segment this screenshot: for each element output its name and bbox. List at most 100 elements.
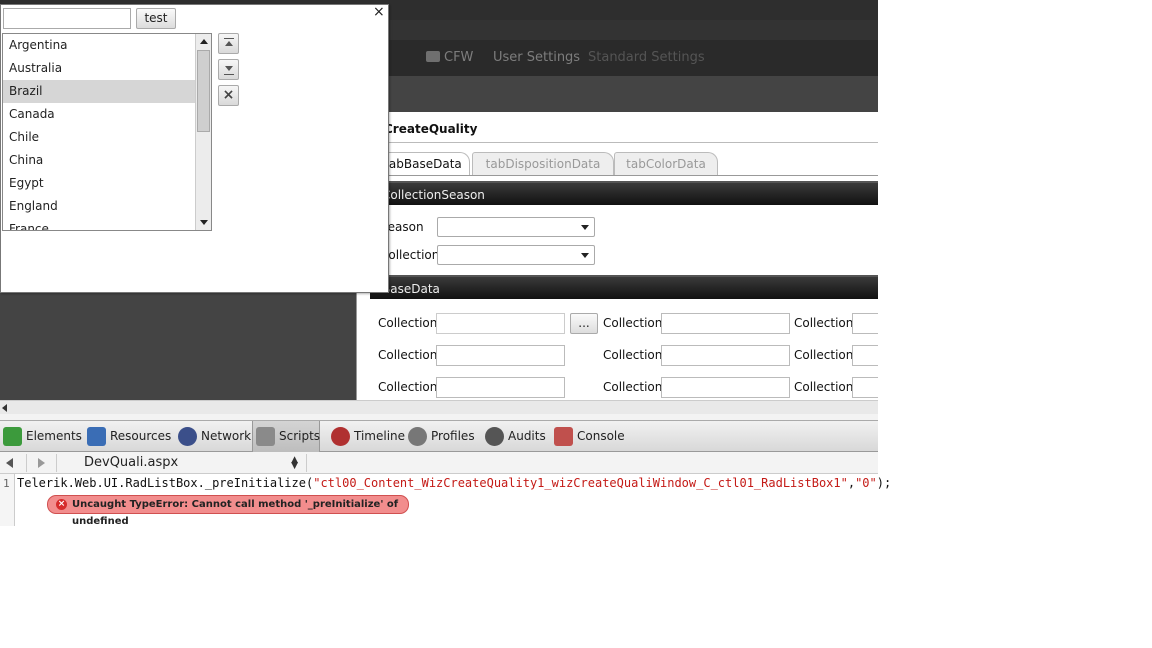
code-string-arg2: "0" <box>855 476 877 490</box>
grid-label-r3c3: Collection <box>794 380 854 394</box>
grid-input-r1c2[interactable] <box>661 313 790 334</box>
section-collection-season: CollectionSeason <box>370 181 878 205</box>
list-item[interactable]: England <box>3 195 195 218</box>
devtools-tab-label: Network <box>201 429 252 443</box>
code-comma: , <box>847 476 856 490</box>
elements-icon <box>3 427 22 446</box>
list-item[interactable]: Egypt <box>3 172 195 195</box>
error-icon: × <box>56 499 67 510</box>
updown-icon: ▲ ▼ <box>291 455 298 471</box>
ellipsis-button[interactable]: ... <box>570 313 598 334</box>
scroll-thumb[interactable] <box>197 50 210 132</box>
tab-base-data[interactable]: tabBaseData <box>376 152 470 175</box>
list-item[interactable]: China <box>3 149 195 172</box>
grid-input-r1c1[interactable] <box>436 313 565 334</box>
tab-color-data[interactable]: tabColorData <box>614 152 718 175</box>
test-button[interactable]: test <box>136 8 176 29</box>
devtools-toolbar: Elements Resources Network Scripts Timel… <box>0 420 878 452</box>
devtools-tab-label: Profiles <box>431 429 475 443</box>
tab-disposition-data[interactable]: tabDispositionData <box>472 152 614 175</box>
code-string-arg1: "ctl00_Content_WizCreateQuality1_wizCrea… <box>313 476 848 490</box>
nav-separator <box>56 454 57 472</box>
nav-cfw-label: CFW <box>444 50 474 65</box>
timeline-icon <box>331 427 350 446</box>
chevron-down-icon <box>581 253 589 258</box>
audits-icon <box>485 427 504 446</box>
error-bubble: × Uncaught TypeError: Cannot call method… <box>47 495 409 527</box>
move-to-bottom-button[interactable] <box>218 59 239 80</box>
devtools-tab-resources[interactable]: Resources <box>84 421 171 452</box>
devtools-tab-elements[interactable]: Elements <box>0 421 82 452</box>
bar-icon <box>224 74 234 75</box>
console-icon <box>554 427 573 446</box>
grid-input-r2c2[interactable] <box>661 345 790 366</box>
scroll-down-icon[interactable] <box>200 220 208 225</box>
line-number: 1 <box>3 477 10 490</box>
nav-user-settings[interactable]: User Settings <box>493 50 580 65</box>
devtools-tab-scripts[interactable]: Scripts <box>252 421 320 452</box>
bar-icon <box>224 38 234 39</box>
forward-arrow-icon[interactable] <box>38 458 45 468</box>
devtools-tab-label: Timeline <box>354 429 406 443</box>
devtools-tab-label: Scripts <box>279 429 321 443</box>
arrow-left-icon[interactable] <box>2 404 7 412</box>
profiles-icon <box>408 427 427 446</box>
listbox-scrollbar[interactable] <box>195 34 211 230</box>
devtools-tab-profiles[interactable]: Profiles <box>405 421 475 452</box>
back-arrow-icon[interactable] <box>6 458 13 468</box>
list-item[interactable]: France <box>3 218 195 230</box>
collection-select[interactable] <box>437 245 595 265</box>
grid-input-r3c1[interactable] <box>436 377 565 398</box>
devtools-tab-timeline[interactable]: Timeline <box>328 421 405 452</box>
devtools-tab-label: Audits <box>508 429 546 443</box>
nav-standard-settings[interactable]: Standard Settings <box>588 50 705 65</box>
country-listbox[interactable]: Argentina Australia Brazil Canada Chile … <box>2 33 212 231</box>
scripts-icon <box>256 427 275 446</box>
scroll-up-icon[interactable] <box>200 39 208 44</box>
devtools-script-nav: DevQuali.aspx ▲ ▼ <box>0 452 878 474</box>
section-base-data: BaseData <box>370 275 878 299</box>
grid-input-r3c2[interactable] <box>661 377 790 398</box>
horizontal-scrollbar[interactable] <box>0 400 878 415</box>
script-file-select[interactable]: DevQuali.aspx ▲ ▼ <box>84 455 304 471</box>
grid-label-r1c2: Collection <box>603 316 663 330</box>
chat-icon <box>426 51 440 62</box>
grid-label-r2c2: Collection <box>603 348 663 362</box>
triangle-up-icon <box>225 41 233 46</box>
grid-label-r1c1: Collection <box>378 316 438 330</box>
list-item[interactable]: Canada <box>3 103 195 126</box>
close-icon: × <box>222 87 235 103</box>
devtools-tab-network[interactable]: Network <box>175 421 251 452</box>
code-line[interactable]: Telerik.Web.UI.RadListBox._preInitialize… <box>17 476 891 490</box>
list-item[interactable]: Australia <box>3 57 195 80</box>
code-suffix: ); <box>876 476 892 490</box>
page-margin <box>878 0 1152 648</box>
grid-label-r3c1: Collection <box>378 380 438 394</box>
delete-button[interactable]: × <box>218 85 239 106</box>
grid-input-r2c1[interactable] <box>436 345 565 366</box>
grid-label-r1c3: Collection <box>794 316 854 330</box>
tab-underline <box>370 175 878 176</box>
move-to-top-button[interactable] <box>218 33 239 54</box>
devtools-tab-label: Elements <box>26 429 82 443</box>
grid-label-r2c3: Collection <box>794 348 854 362</box>
season-select[interactable] <box>437 217 595 237</box>
nav-separator <box>26 454 27 472</box>
network-icon <box>178 427 197 446</box>
filter-input[interactable] <box>3 8 131 29</box>
list-item[interactable]: Argentina <box>3 34 195 57</box>
grid-label-r2c1: Collection <box>378 348 438 362</box>
resources-icon <box>87 427 106 446</box>
nav-separator <box>306 454 307 472</box>
devtools-tab-console[interactable]: Console <box>551 421 625 452</box>
grid-label-r3c2: Collection <box>603 380 663 394</box>
list-item-selected[interactable]: Brazil <box>3 80 195 103</box>
page-title: CreateQuality <box>384 122 478 136</box>
nav-cfw[interactable]: CFW <box>426 50 473 65</box>
chevron-down-icon <box>581 225 589 230</box>
close-icon[interactable]: × <box>373 5 385 19</box>
devtools-tab-audits[interactable]: Audits <box>482 421 546 452</box>
script-file-name: DevQuali.aspx <box>84 455 179 470</box>
devtools-tab-label: Console <box>577 429 625 443</box>
list-item[interactable]: Chile <box>3 126 195 149</box>
